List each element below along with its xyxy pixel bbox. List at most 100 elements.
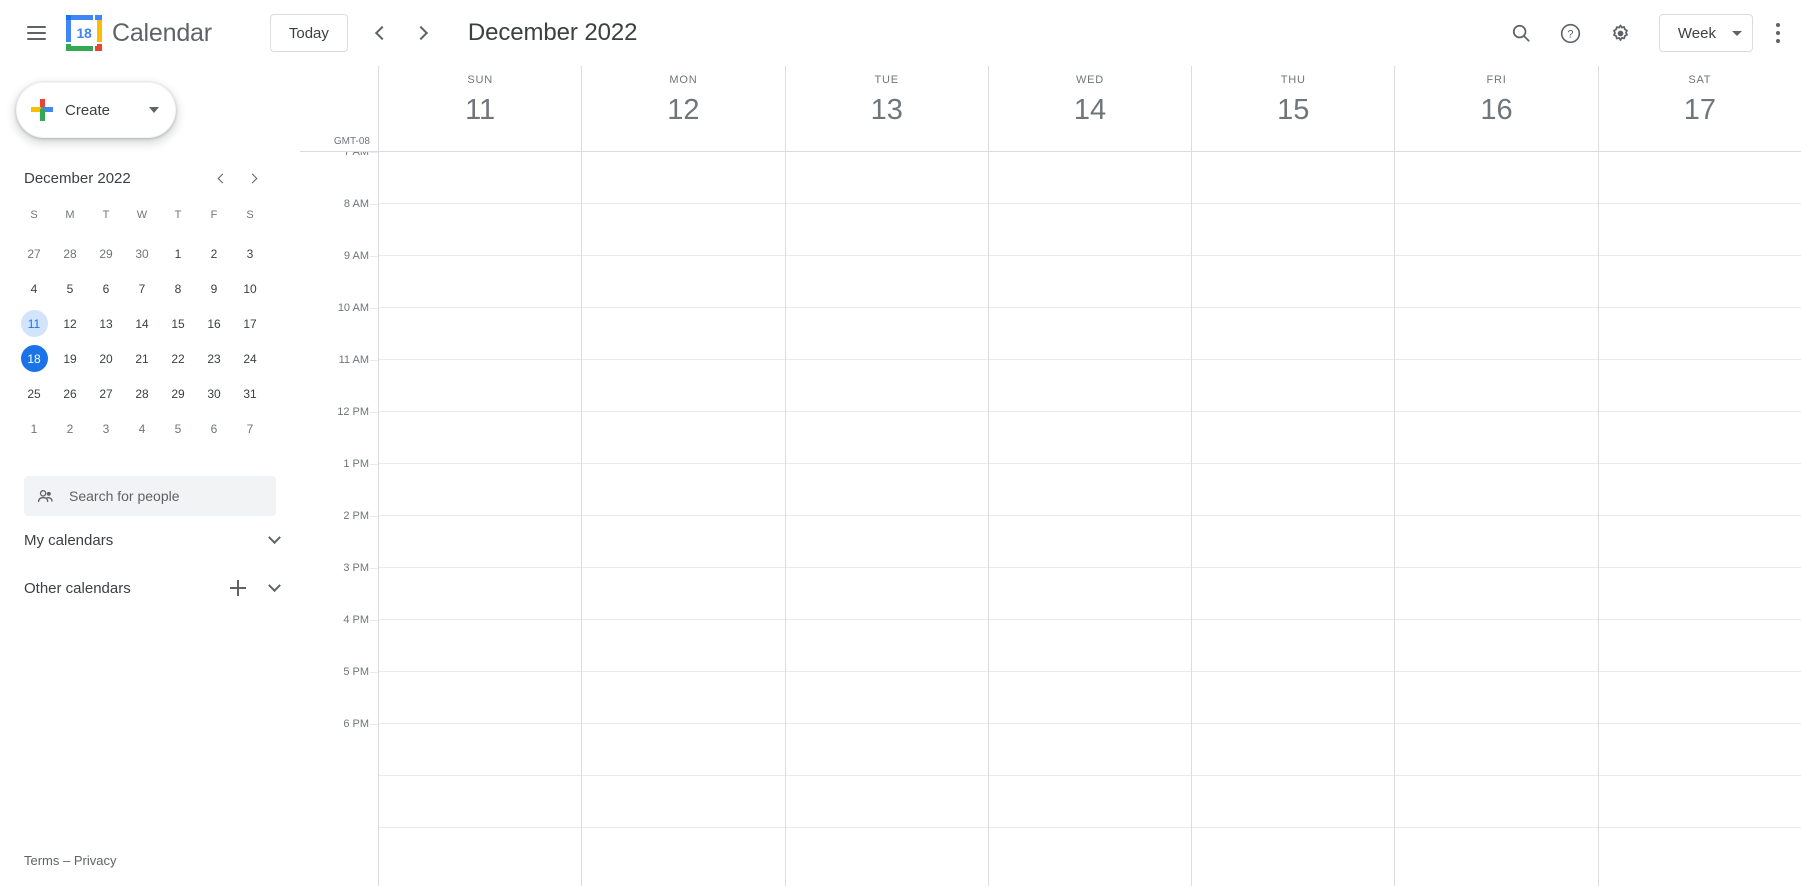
time-slot[interactable] <box>379 620 582 672</box>
time-slot[interactable] <box>988 464 1192 516</box>
day-header-date[interactable]: 13 <box>864 87 910 133</box>
time-slot[interactable] <box>1395 360 1598 412</box>
time-slot[interactable] <box>1598 412 1801 464</box>
mini-calendar-day[interactable]: 8 <box>160 271 196 306</box>
time-slot[interactable] <box>1395 568 1598 620</box>
mini-calendar-day[interactable]: 5 <box>160 411 196 446</box>
time-slot[interactable] <box>988 516 1192 568</box>
time-slot[interactable] <box>1192 776 1395 828</box>
mini-calendar-day[interactable]: 21 <box>124 341 160 376</box>
time-slot[interactable] <box>1598 360 1801 412</box>
privacy-link[interactable]: Privacy <box>74 853 117 868</box>
terms-link[interactable]: Terms <box>24 853 59 868</box>
time-slot[interactable] <box>988 568 1192 620</box>
mini-calendar-day[interactable]: 6 <box>88 271 124 306</box>
time-slot[interactable] <box>582 464 785 516</box>
time-slot[interactable] <box>379 672 582 724</box>
time-slot[interactable] <box>1395 516 1598 568</box>
search-button[interactable] <box>1497 9 1545 57</box>
mini-calendar-day[interactable]: 23 <box>196 341 232 376</box>
mini-calendar-prev-button[interactable] <box>206 163 236 193</box>
mini-calendar-day[interactable]: 4 <box>16 271 52 306</box>
mini-calendar-day[interactable]: 6 <box>196 411 232 446</box>
other-calendars-collapse-button[interactable] <box>256 570 292 606</box>
time-slot[interactable] <box>785 360 988 412</box>
today-button[interactable]: Today <box>269 14 348 52</box>
time-slot[interactable] <box>379 256 582 308</box>
time-slot[interactable] <box>1598 620 1801 672</box>
mini-calendar-day[interactable]: 24 <box>232 341 268 376</box>
time-slot[interactable] <box>1598 672 1801 724</box>
time-slot[interactable] <box>1395 464 1598 516</box>
time-slot[interactable] <box>988 620 1192 672</box>
time-slot[interactable] <box>988 724 1192 776</box>
other-calendars-section[interactable]: Other calendars <box>24 564 292 612</box>
mini-calendar-day[interactable]: 9 <box>196 271 232 306</box>
mini-calendar-day[interactable]: 30 <box>124 236 160 271</box>
time-slot[interactable] <box>582 412 785 464</box>
time-slot[interactable] <box>582 360 785 412</box>
mini-calendar-day[interactable]: 2 <box>196 236 232 271</box>
time-slot[interactable] <box>1598 776 1801 828</box>
time-slot[interactable] <box>785 308 988 360</box>
time-slot[interactable] <box>582 724 785 776</box>
time-slot[interactable] <box>785 620 988 672</box>
google-calendar-logo-icon[interactable]: 18 <box>66 15 102 51</box>
time-slot[interactable] <box>1598 152 1801 204</box>
day-header-date[interactable]: 17 <box>1677 87 1723 133</box>
previous-week-button[interactable] <box>360 12 402 54</box>
time-slot[interactable] <box>1395 724 1598 776</box>
time-slot[interactable] <box>1598 464 1801 516</box>
time-slot[interactable] <box>785 152 988 204</box>
more-options-button[interactable] <box>1763 10 1793 56</box>
time-slot[interactable] <box>1395 412 1598 464</box>
mini-calendar-day[interactable]: 1 <box>16 411 52 446</box>
time-slot[interactable] <box>1192 672 1395 724</box>
time-slot[interactable] <box>1192 308 1395 360</box>
mini-calendar-day[interactable]: 20 <box>88 341 124 376</box>
time-slot[interactable] <box>1192 204 1395 256</box>
mini-calendar-day[interactable]: 7 <box>232 411 268 446</box>
time-slot[interactable] <box>379 412 582 464</box>
time-slot[interactable] <box>1395 204 1598 256</box>
mini-calendar-day[interactable]: 28 <box>52 236 88 271</box>
time-slot[interactable] <box>1598 256 1801 308</box>
mini-calendar-day[interactable]: 12 <box>52 306 88 341</box>
time-slot[interactable] <box>988 360 1192 412</box>
mini-calendar-day[interactable]: 4 <box>124 411 160 446</box>
time-slot[interactable] <box>1192 620 1395 672</box>
mini-calendar-day[interactable]: 19 <box>52 341 88 376</box>
time-slot[interactable] <box>1598 308 1801 360</box>
mini-calendar-day[interactable]: 3 <box>88 411 124 446</box>
hamburger-menu-button[interactable] <box>12 9 60 57</box>
time-slot[interactable] <box>1395 308 1598 360</box>
mini-calendar-day[interactable]: 7 <box>124 271 160 306</box>
mini-calendar-day[interactable]: 29 <box>88 236 124 271</box>
time-slot[interactable] <box>785 776 988 828</box>
time-slot[interactable] <box>785 204 988 256</box>
time-slot[interactable] <box>988 204 1192 256</box>
mini-calendar-day[interactable]: 11 <box>16 306 52 341</box>
time-slot[interactable] <box>785 672 988 724</box>
time-slot[interactable] <box>379 152 582 204</box>
time-slot[interactable] <box>988 776 1192 828</box>
time-slot[interactable] <box>1192 256 1395 308</box>
time-slot[interactable] <box>379 568 582 620</box>
mini-calendar-day[interactable]: 1 <box>160 236 196 271</box>
add-other-calendar-button[interactable] <box>220 570 256 606</box>
time-slot[interactable] <box>582 516 785 568</box>
time-slot[interactable] <box>379 204 582 256</box>
time-slot[interactable] <box>1192 360 1395 412</box>
mini-calendar-day[interactable]: 5 <box>52 271 88 306</box>
mini-calendar-next-button[interactable] <box>238 163 268 193</box>
time-slot[interactable] <box>379 776 582 828</box>
day-header-date[interactable]: 16 <box>1474 87 1520 133</box>
time-slot[interactable] <box>988 672 1192 724</box>
time-slot[interactable] <box>582 308 785 360</box>
mini-calendar-day[interactable]: 25 <box>16 376 52 411</box>
mini-calendar-day[interactable]: 18 <box>16 341 52 376</box>
time-slot[interactable] <box>379 464 582 516</box>
time-slot[interactable] <box>1192 464 1395 516</box>
mini-calendar-day[interactable]: 3 <box>232 236 268 271</box>
time-slot[interactable] <box>988 308 1192 360</box>
